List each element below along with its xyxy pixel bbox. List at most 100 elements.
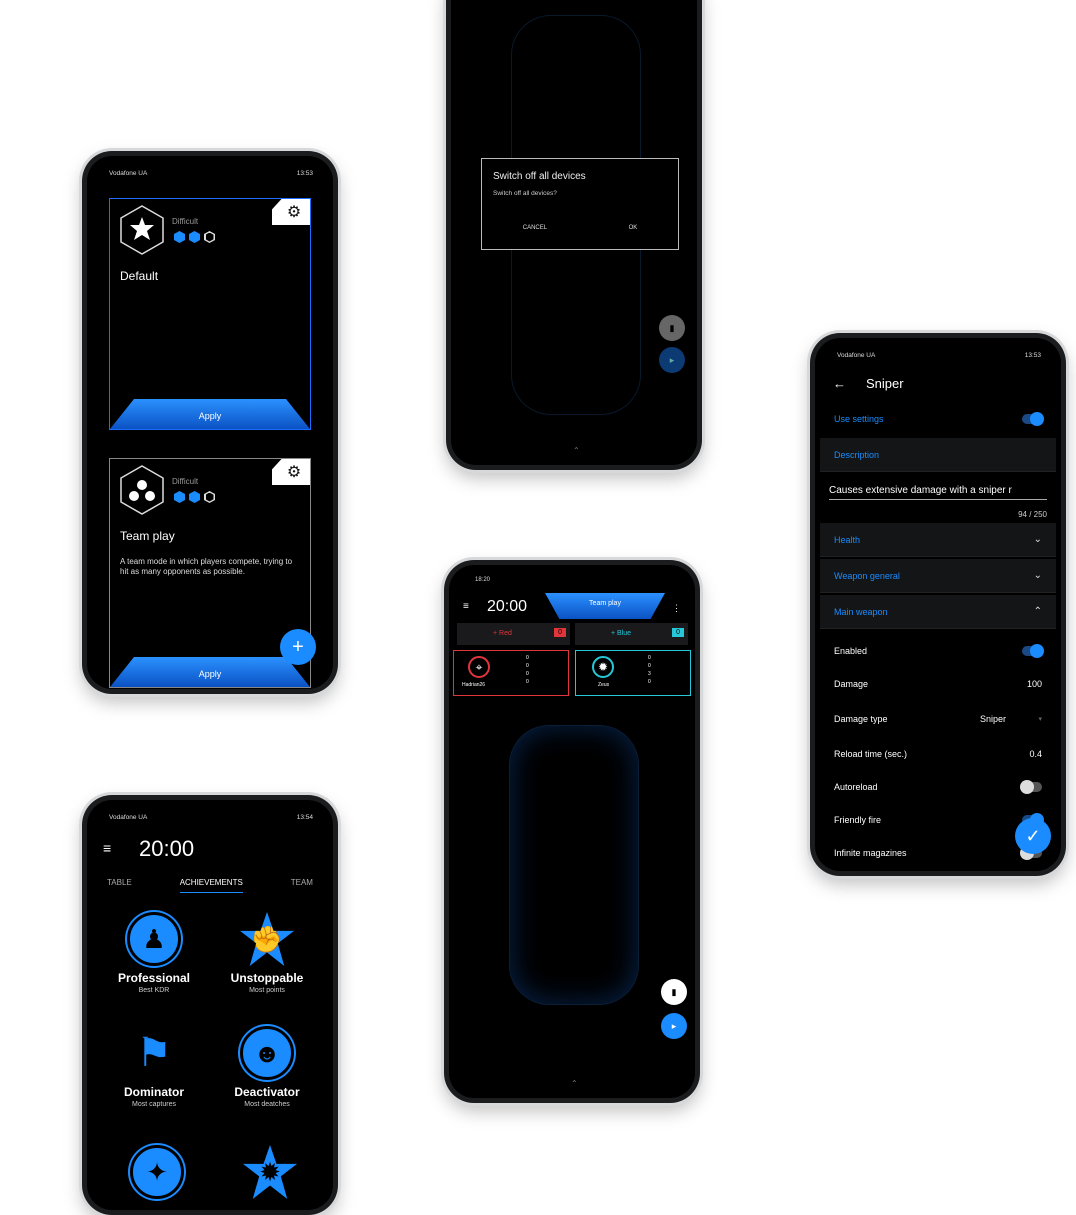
sapper-icon: ☻ <box>240 1026 294 1080</box>
carrier: Vodafone UA <box>109 170 148 177</box>
gun-icon: ✦ <box>130 1145 184 1199</box>
achievement-subtitle: Most deatches <box>244 1101 290 1108</box>
tab-team[interactable]: TEAM <box>291 878 313 893</box>
achievement-deactivator[interactable]: ☻ Deactivator Most deatches <box>212 1026 322 1108</box>
field-label: Infinite magazines <box>834 848 907 858</box>
field-label: Damage type <box>834 714 888 724</box>
chevron-up-icon[interactable]: ⌃ <box>571 1079 578 1088</box>
battery-icon[interactable]: ▮ <box>659 315 685 341</box>
app-bar: ← Sniper <box>833 376 904 391</box>
switch-off-dialog: Switch off all devices Switch off all de… <box>481 158 679 250</box>
mode-banner: Team play <box>545 593 665 619</box>
field-label: Autoreload <box>834 782 878 792</box>
achievement-subtitle: Most points <box>249 987 285 994</box>
player-card-red[interactable]: ⌖ Hadrian26 0000 <box>453 650 569 696</box>
section-label: Weapon general <box>834 570 900 581</box>
field-enabled[interactable]: Enabled <box>820 634 1056 668</box>
autoreload-toggle[interactable] <box>1020 780 1042 794</box>
chevron-down-icon: ⌄ <box>1033 570 1042 581</box>
apply-button[interactable]: Apply <box>110 399 310 429</box>
grenade-icon: ✹ <box>592 656 614 678</box>
status-bar: Vodafone UA 13:53 <box>837 352 1041 359</box>
char-counter: 94 / 250 <box>1018 510 1047 519</box>
background-decoration <box>509 725 639 1005</box>
gear-icon[interactable]: ⚙ <box>272 199 310 225</box>
star-icon <box>120 205 164 255</box>
confirm-check-icon[interactable]: ✓ <box>1015 818 1051 854</box>
field-label: Enabled <box>834 646 868 656</box>
field-damage[interactable]: Damage 100 <box>820 667 1056 701</box>
page-title: Sniper <box>866 376 904 391</box>
screen: Vodafone UA 13:54 ≡ 20:00 TABLE ACHIEVEM… <box>87 800 333 1210</box>
difficulty-label: Difficult <box>172 217 199 226</box>
player-stats: 0030 <box>648 655 651 685</box>
skulls-icon <box>120 465 164 515</box>
difficulty-indicator <box>174 491 215 503</box>
card-title: Team play <box>120 529 175 543</box>
crosshair-icon: ⌖ <box>468 656 490 678</box>
damage-type-select[interactable]: Sniper <box>980 714 1006 724</box>
tab-achievements[interactable]: ACHIEVEMENTS <box>179 878 243 893</box>
team-blue-header[interactable]: + Blue 0 <box>575 623 688 645</box>
section-label: Health <box>834 534 861 545</box>
apply-button[interactable]: Apply <box>110 657 310 687</box>
section-main-weapon[interactable]: Main weapon ⌃ <box>820 595 1056 629</box>
achievement-dominator[interactable]: ⚑ Dominator Most captures <box>99 1026 209 1108</box>
achievement-name: Unstoppable <box>230 971 304 985</box>
tab-table[interactable]: TABLE <box>107 878 132 893</box>
team-red-header[interactable]: + Red 0 <box>457 623 570 645</box>
menu-icon[interactable]: ≡ <box>463 601 469 612</box>
field-label: Friendly fire <box>834 815 882 825</box>
team-name: + Red <box>493 630 512 637</box>
mode-card-default[interactable]: Difficult ⚙ Default Apply <box>109 198 311 430</box>
timer: 20:00 <box>487 598 528 615</box>
field-autoreload[interactable]: Autoreload <box>820 770 1056 804</box>
achievement-professional[interactable]: ♟ Professional Best KDR <box>99 912 209 994</box>
use-settings-toggle[interactable] <box>1022 412 1044 426</box>
achievement-subtitle: Best KDR <box>138 987 170 994</box>
team-name: + Blue <box>611 630 632 637</box>
player-stats: 0000 <box>526 655 529 685</box>
dialog-text: Switch off all devices? <box>493 190 557 197</box>
team-score: 0 <box>672 628 684 637</box>
description-field[interactable]: Causes extensive damage with a sniper r <box>829 485 1047 500</box>
section-health[interactable]: Health ⌄ <box>820 523 1056 557</box>
cancel-button[interactable]: CANCEL <box>523 225 547 231</box>
play-icon[interactable]: ▸ <box>661 1013 687 1039</box>
phone-dialog: Switch off all devices Switch off all de… <box>446 0 702 470</box>
achievement-unstoppable[interactable]: ✊ Unstoppable Most points <box>212 912 322 994</box>
grenade-icon: ✹ <box>243 1145 297 1199</box>
back-arrow-icon[interactable]: ← <box>833 376 846 391</box>
section-weapon-general[interactable]: Weapon general ⌄ <box>820 559 1056 593</box>
status-bar: Vodafone UA 13:53 <box>109 170 313 177</box>
phone-modes: Vodafone UA 13:53 Difficult ⚙ Default Ap… <box>82 151 338 694</box>
field-reload-time[interactable]: Reload time (sec.) 0.4 <box>820 737 1056 771</box>
field-label: Damage <box>834 679 869 689</box>
player-card-blue[interactable]: ✹ Zeus 0030 <box>575 650 691 696</box>
field-damage-type[interactable]: Damage type Sniper ▾ <box>820 702 1056 736</box>
card-title: Default <box>120 269 159 283</box>
phone-achievements: Vodafone UA 13:54 ≡ 20:00 TABLE ACHIEVEM… <box>82 795 338 1215</box>
menu-icon[interactable]: ≡ <box>103 840 111 856</box>
ok-button[interactable]: OK <box>629 225 638 231</box>
chevron-up-icon[interactable]: ⌃ <box>573 446 580 455</box>
achievement-name: Dominator <box>124 1085 184 1099</box>
tab-bar: TABLE ACHIEVEMENTS TEAM <box>107 878 313 893</box>
battery-icon[interactable]: ▮ <box>661 979 687 1005</box>
more-icon[interactable]: ⋮ <box>672 603 681 614</box>
use-settings-row[interactable]: Use settings <box>820 402 1056 436</box>
description-label: Description <box>834 449 880 460</box>
card-description: A team mode in which players compete, tr… <box>120 557 293 577</box>
enabled-toggle[interactable] <box>1022 644 1044 658</box>
play-icon[interactable]: ▸ <box>659 347 685 373</box>
difficulty-label: Difficult <box>172 477 199 486</box>
clock: 13:53 <box>296 170 313 177</box>
chevron-down-icon: ⌄ <box>1033 534 1042 545</box>
businessman-icon: ♟ <box>127 912 181 966</box>
add-button[interactable]: + <box>280 629 316 665</box>
reload-time-value[interactable]: 0.4 <box>1029 749 1042 759</box>
damage-value[interactable]: 100 <box>1027 679 1042 689</box>
gear-icon[interactable]: ⚙ <box>272 459 310 485</box>
phone-sniper-settings: Vodafone UA 13:53 ← Sniper Use settings … <box>810 333 1066 876</box>
achievement-subtitle: Most captures <box>132 1101 176 1108</box>
